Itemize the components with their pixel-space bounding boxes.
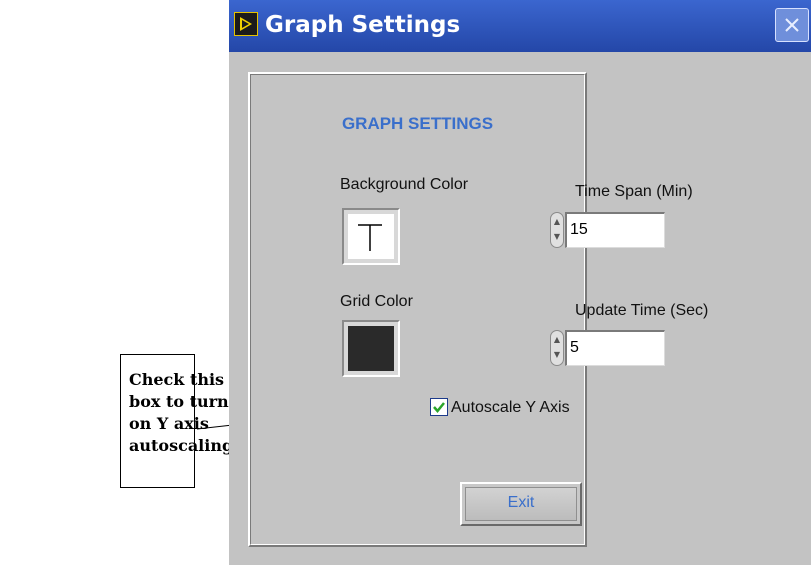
close-button[interactable] [775,8,809,42]
grid-color-label: Grid Color [340,293,413,310]
grid-color-swatch [348,326,394,371]
check-icon [433,402,445,413]
time-span-spinner[interactable]: ▲ ▼ [550,212,564,248]
labview-run-icon[interactable] [234,12,258,36]
increment-arrow-icon[interactable]: ▲ [553,215,561,229]
autoscale-checkbox[interactable] [430,398,448,416]
title-bar[interactable]: Graph Settings [229,0,811,52]
autoscale-label[interactable]: Autoscale Y Axis [451,398,570,418]
background-color-label: Background Color [340,176,469,193]
grid-color-picker[interactable] [342,320,400,377]
update-time-spinner[interactable]: ▲ ▼ [550,330,564,366]
panel-heading: GRAPH SETTINGS [341,114,494,133]
time-span-input[interactable]: 15 [565,212,665,248]
graph-settings-window: Graph Settings GRAPH SETTINGS Background… [229,0,811,565]
settings-panel: GRAPH SETTINGS Background Color Time Spa… [248,72,708,547]
update-time-label: Update Time (Sec) [575,302,709,319]
window-client-area: GRAPH SETTINGS Background Color Time Spa… [229,52,811,565]
window-title: Graph Settings [265,12,461,38]
decrement-arrow-icon[interactable]: ▼ [553,348,561,362]
update-time-input[interactable]: 5 [565,330,665,366]
background-color-picker[interactable] [342,208,400,265]
exit-button[interactable]: Exit [460,482,582,526]
time-span-label: Time Span (Min) [575,183,693,200]
background-color-swatch [348,214,394,259]
increment-arrow-icon[interactable]: ▲ [553,333,561,347]
decrement-arrow-icon[interactable]: ▼ [553,230,561,244]
exit-button-label: Exit [507,494,535,511]
close-icon [785,18,799,32]
